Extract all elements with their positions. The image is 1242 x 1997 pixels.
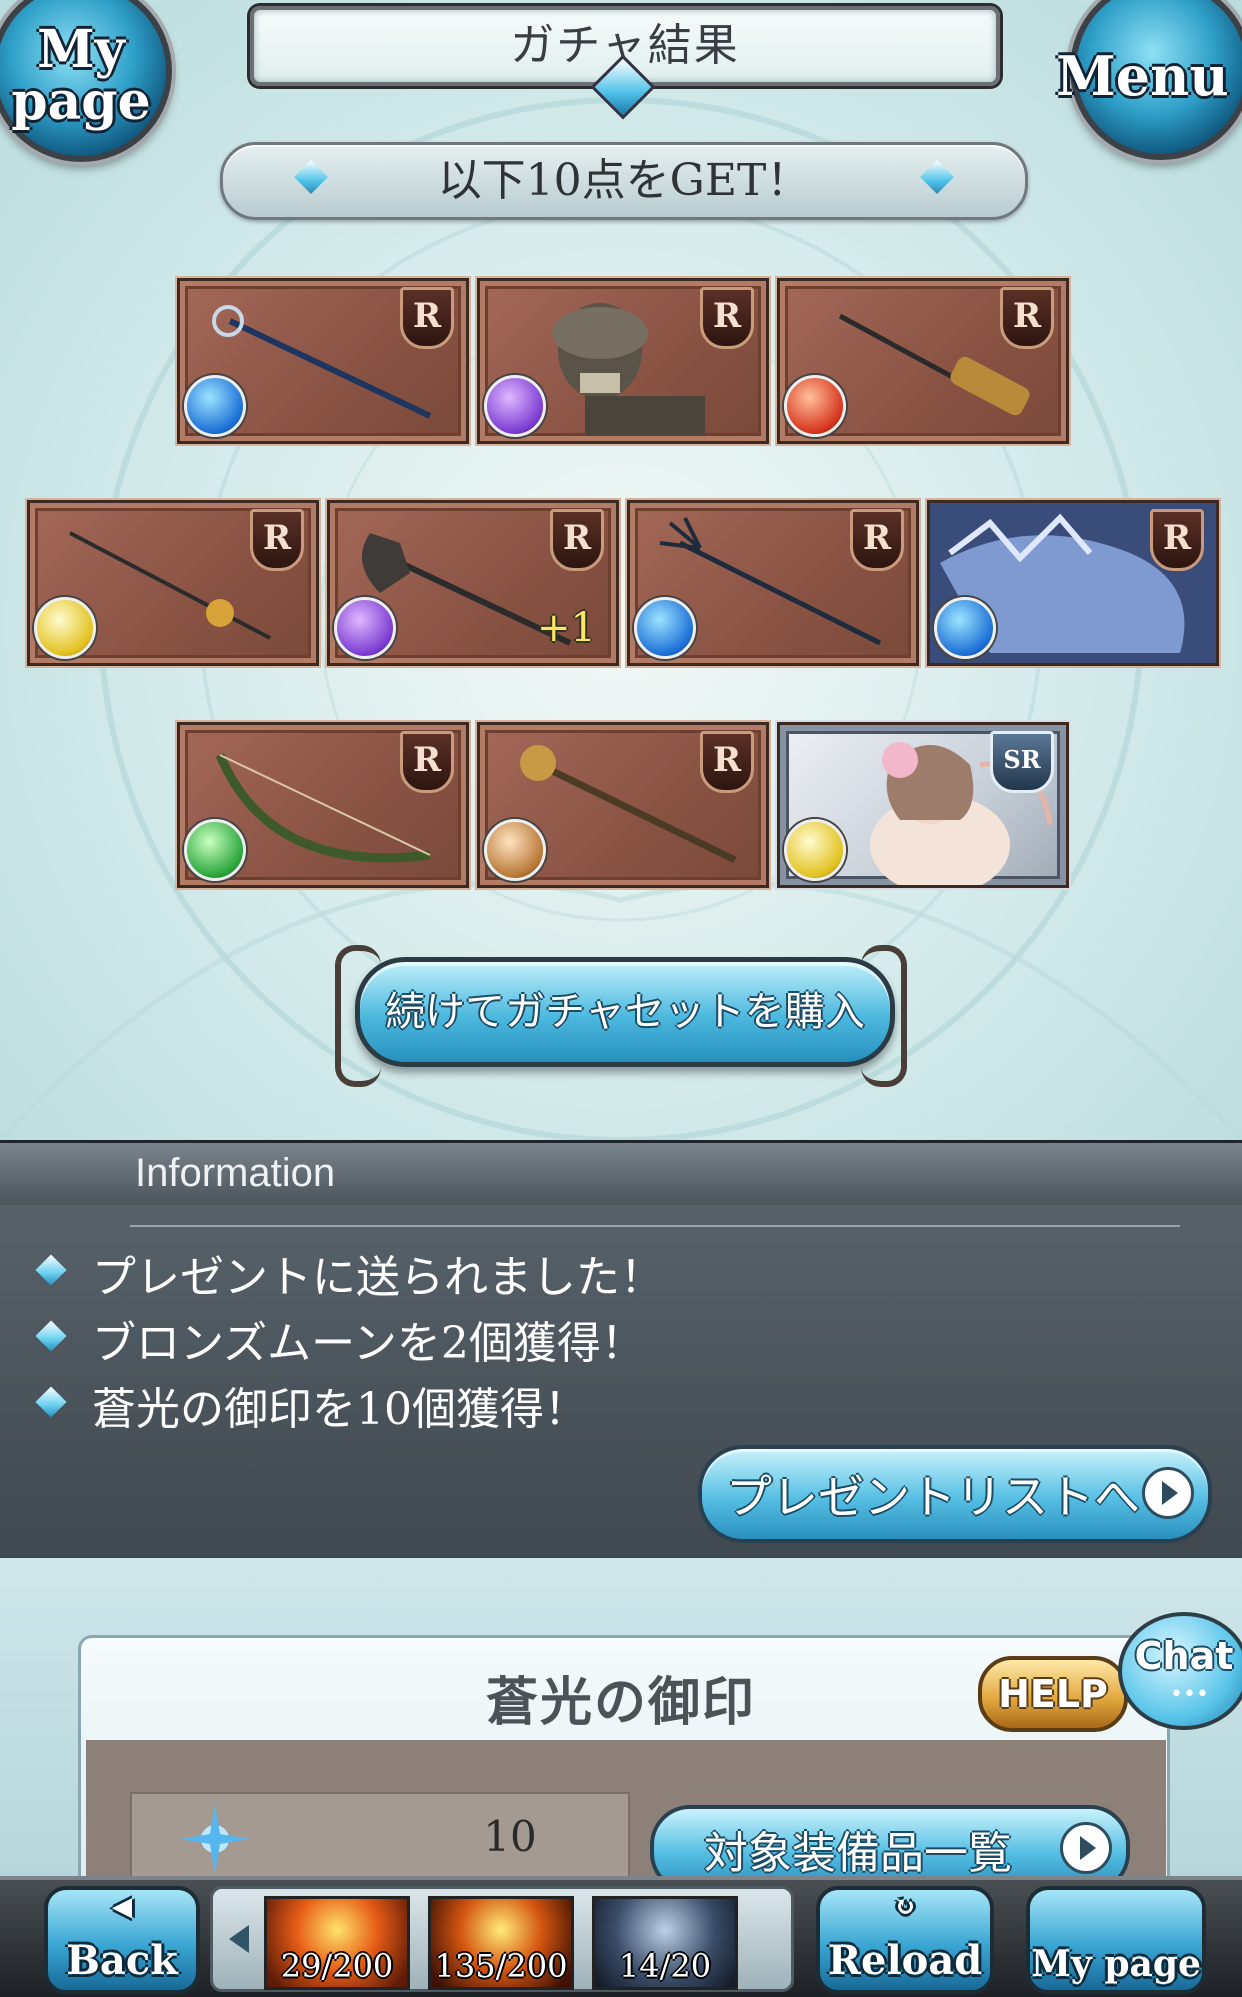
earth-element-icon — [484, 819, 546, 881]
ap-gauge: 29/200 — [264, 1896, 410, 1990]
wind-element-icon — [184, 819, 246, 881]
water-element-icon — [184, 375, 246, 437]
button-frame-right — [861, 945, 907, 1087]
bp-gauge: 135/200 — [428, 1896, 574, 1990]
bp-value: 135/200 — [434, 1947, 568, 1985]
item-card[interactable]: R — [177, 278, 469, 444]
reload-label: Reload — [827, 1937, 983, 1984]
crossed-swords-gauge: 14/20 — [592, 1896, 738, 1990]
item-card-sr[interactable]: SR — [777, 722, 1069, 888]
back-arrow-icon: ◀ — [112, 1892, 132, 1922]
reload-button[interactable]: ↻ Reload — [816, 1886, 994, 1994]
back-label: Back — [66, 1937, 178, 1984]
plus-bonus: +1 — [537, 605, 596, 651]
information-heading: Information — [135, 1151, 336, 1195]
dark-element-icon — [334, 597, 396, 659]
chat-dots-icon: ••• — [1170, 1682, 1209, 1707]
rank-badge: R — [550, 509, 604, 571]
tray-left-arrow-icon[interactable] — [229, 1925, 249, 1953]
header: ガチャ結果 My page Menu — [0, 0, 1242, 162]
present-list-label: プレゼントリストへ — [726, 1470, 1140, 1524]
information-header: Information — [0, 1143, 1242, 1205]
rank-badge-sr: SR — [990, 731, 1054, 793]
blue-sigil-icon — [180, 1804, 250, 1874]
rank-badge: R — [400, 287, 454, 349]
play-arrow-icon — [1142, 1467, 1194, 1519]
item-card[interactable]: R — [477, 278, 769, 444]
rank-badge: R — [700, 287, 754, 349]
dark-element-icon — [484, 375, 546, 437]
help-label: HELP — [998, 1672, 1108, 1716]
present-list-button[interactable]: プレゼントリストへ — [698, 1445, 1212, 1543]
item-card[interactable]: R +1 — [327, 500, 619, 666]
chat-label: Chat — [1134, 1634, 1234, 1678]
rank-badge: R — [400, 731, 454, 793]
item-card[interactable]: R — [477, 722, 769, 888]
mypage-bottom-button[interactable]: My page — [1026, 1886, 1206, 1994]
diamond-bullet-icon — [35, 1254, 67, 1286]
rank-badge: R — [1000, 287, 1054, 349]
rank-badge: R — [250, 509, 304, 571]
info-text: プレゼントに送られました！ — [92, 1252, 664, 1303]
fire-element-icon — [784, 375, 846, 437]
item-card[interactable]: R — [177, 722, 469, 888]
reload-icon: ↻ — [894, 1892, 916, 1922]
light-element-icon — [34, 597, 96, 659]
item-card[interactable]: R — [627, 500, 919, 666]
mypage-label: My page — [11, 19, 151, 132]
rank-badge: R — [700, 731, 754, 793]
mypage-bottom-label: My page — [1031, 1943, 1201, 1985]
rank-badge: R — [1150, 509, 1204, 571]
info-text: 蒼光の御印を10個獲得！ — [92, 1384, 588, 1435]
diamond-bullet-icon — [35, 1386, 67, 1418]
back-button[interactable]: ◀ Back — [44, 1886, 200, 1994]
mypage-button[interactable]: My page — [0, 0, 172, 162]
mp-value: 14/20 — [618, 1947, 712, 1985]
diamond-bullet-icon — [35, 1320, 67, 1352]
info-text: ブロンズムーンを2個獲得！ — [92, 1318, 645, 1369]
continue-gacha-button[interactable]: 続けてガチャセットを購入 — [335, 945, 907, 1087]
play-arrow-icon — [1060, 1822, 1112, 1874]
divider — [130, 1225, 1180, 1227]
result-banner-text: 以下10点をGET！ — [437, 155, 811, 206]
result-banner: 以下10点をGET！ — [220, 142, 1028, 220]
item-card[interactable]: R — [777, 278, 1069, 444]
item-count: 10 — [483, 1812, 537, 1861]
help-button[interactable]: HELP — [978, 1656, 1128, 1732]
water-element-icon — [634, 597, 696, 659]
item-card[interactable]: R — [927, 500, 1219, 666]
water-element-icon — [934, 597, 996, 659]
menu-label: Menu — [1056, 44, 1229, 108]
light-element-icon — [784, 819, 846, 881]
target-equipment-list-label: 対象装備品一覧 — [704, 1828, 1012, 1879]
item-card[interactable]: R — [27, 500, 319, 666]
rank-badge: R — [850, 509, 904, 571]
continue-gacha-label: 続けてガチャセットを購入 — [385, 989, 865, 1035]
continue-gacha-pill: 続けてガチャセットを購入 — [355, 957, 895, 1067]
ap-value: 29/200 — [280, 1947, 394, 1985]
chat-button[interactable]: Chat ••• — [1118, 1612, 1242, 1730]
menu-button[interactable]: Menu — [1056, 0, 1242, 160]
